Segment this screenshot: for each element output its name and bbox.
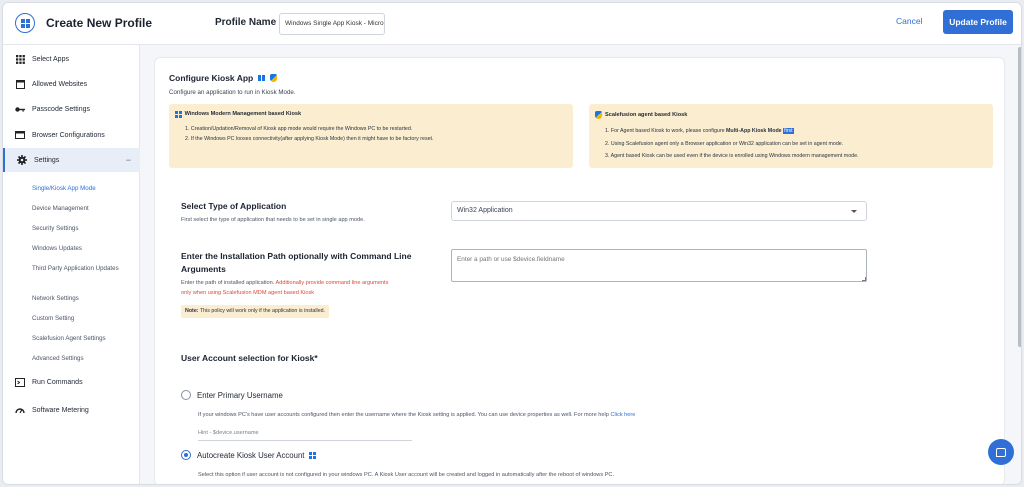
- sidebar-item-run-commands[interactable]: Run Commands: [3, 370, 140, 394]
- update-profile-button[interactable]: Update Profile: [943, 10, 1013, 34]
- note-line: 2. If the Windows PC looses connectivity…: [185, 136, 434, 142]
- sidebar-item-label: Browser Configurations: [32, 131, 105, 139]
- install-path-sub-red: Additionally provide command line argume…: [275, 280, 389, 286]
- install-path-sub-text: Enter the path of installed application.: [181, 280, 275, 286]
- subnav-network-settings[interactable]: Network Settings: [32, 294, 132, 304]
- subnav-windows-updates[interactable]: Windows Updates: [32, 244, 132, 254]
- windows-icon: [175, 111, 182, 118]
- note-line: 2. Using Scalefusion agent only a Browse…: [605, 141, 844, 147]
- section-subtitle: Configure an application to run in Kiosk…: [169, 89, 296, 96]
- note-line: 1. For Agent based Kiosk to work, please…: [605, 128, 794, 134]
- page-title: Create New Profile: [46, 16, 153, 30]
- autocreate-account-radio[interactable]: [181, 450, 191, 460]
- scalefusion-agent-note: Scalefusion agent based Kiosk 1. For Age…: [589, 104, 993, 168]
- app-window: Create New Profile Profile Name Windows …: [2, 2, 1022, 485]
- app-type-dropdown[interactable]: Win32 Application: [451, 201, 867, 221]
- note-title: Windows Modern Management based Kiosk: [175, 111, 301, 118]
- profile-name-label: Profile Name: [215, 17, 277, 28]
- windows-icon: [309, 452, 317, 459]
- sidebar-item-label: Settings: [34, 156, 60, 164]
- chat-icon: [996, 447, 1006, 457]
- primary-username-radio[interactable]: [181, 390, 191, 400]
- sidebar-item-label: Passcode Settings: [32, 105, 90, 113]
- subnav-device-management[interactable]: Device Management: [32, 204, 132, 214]
- scalefusion-shield-icon: [269, 74, 277, 82]
- sidebar-item-browser-configurations[interactable]: Browser Configurations: [3, 123, 140, 147]
- option-label: Autocreate Kiosk User Account: [197, 451, 305, 460]
- sidebar-item-label: Run Commands: [32, 378, 83, 386]
- subnav-scalefusion-agent-settings[interactable]: Scalefusion Agent Settings: [32, 334, 132, 344]
- browser-window-icon: [15, 79, 25, 89]
- app-type-selected: Win32 Application: [457, 207, 513, 214]
- collapse-icon[interactable]: −: [126, 155, 131, 165]
- multi-app-kiosk-link[interactable]: Multi-App Kiosk Mode: [726, 128, 782, 134]
- app-type-title: Select Type of Application: [181, 201, 287, 211]
- vertical-scrollbar[interactable]: [1018, 47, 1021, 347]
- windows-management-note: Windows Modern Management based Kiosk 1.…: [169, 104, 573, 168]
- primary-username-label: Enter Primary Username: [197, 391, 283, 400]
- note-line-text: 1. For Agent based Kiosk to work, please…: [605, 128, 727, 134]
- user-account-title: User Account selection for Kiosk*: [181, 353, 318, 363]
- windows-logo-icon: [15, 13, 35, 33]
- browser-icon: [15, 130, 25, 140]
- gear-icon: [17, 155, 27, 165]
- install-path-input[interactable]: [451, 249, 867, 282]
- chevron-down-icon: [851, 210, 857, 213]
- install-path-title-line1: Enter the Installation Path optionally w…: [181, 251, 412, 261]
- option-desc: If your windows PC's have user accounts …: [198, 412, 609, 418]
- sidebar-item-label: Software Metering: [32, 406, 89, 414]
- policy-note-label: Note:: [185, 308, 199, 314]
- sidebar: Select Apps Allowed Websites Passcode Se…: [3, 45, 140, 484]
- app-type-subtitle: First select the type of application tha…: [181, 217, 365, 223]
- note-line: 1. Creation/Updation/Removal of Kiosk ap…: [185, 126, 413, 132]
- scalefusion-shield-icon: [595, 111, 602, 119]
- note-title-text: Scalefusion agent based Kiosk: [605, 112, 688, 118]
- sidebar-item-select-apps[interactable]: Select Apps: [3, 47, 140, 71]
- policy-note-text: This policy will work only if the applic…: [199, 308, 326, 314]
- windows-icon: [258, 74, 265, 82]
- username-hint-input[interactable]: Hint - $device.username: [198, 427, 412, 441]
- autocreate-account-desc: Select this option if user account is no…: [198, 472, 615, 478]
- subnav-security-settings[interactable]: Security Settings: [32, 224, 132, 234]
- profile-name-input[interactable]: Windows Single App Kiosk - Micro: [279, 13, 385, 35]
- note-title-text: Windows Modern Management based Kiosk: [184, 111, 302, 118]
- primary-username-desc: If your windows PC's have user accounts …: [198, 412, 635, 418]
- install-path-title-line2: Arguments: [181, 264, 226, 274]
- gauge-icon: [15, 405, 25, 415]
- policy-note: Note: This policy will work only if the …: [181, 305, 330, 318]
- sidebar-item-allowed-websites[interactable]: Allowed Websites: [3, 72, 140, 96]
- section-title: Configure Kiosk App: [169, 73, 254, 83]
- subnav-single-kiosk-app-mode[interactable]: Single/Kiosk App Mode: [32, 184, 132, 194]
- subnav-third-party-application-updates[interactable]: Third Party Application Updates: [32, 264, 132, 274]
- top-header: Create New Profile Profile Name Windows …: [3, 3, 1021, 45]
- sidebar-item-software-metering[interactable]: Software Metering: [3, 398, 140, 422]
- install-path-sub-red-2: only when using Scalefusion MDM agent ba…: [181, 290, 315, 296]
- option-label: Enter Primary Username: [197, 391, 283, 400]
- sidebar-item-settings[interactable]: Settings −: [3, 148, 140, 172]
- install-path-subtitle: Enter the path of installed application.…: [181, 280, 388, 286]
- subnav-advanced-settings[interactable]: Advanced Settings: [32, 354, 132, 364]
- click-here-link[interactable]: Click here: [610, 412, 635, 418]
- sidebar-item-label: Allowed Websites: [32, 80, 88, 88]
- resize-handle-icon[interactable]: [862, 277, 866, 281]
- sidebar-item-label: Select Apps: [32, 55, 69, 63]
- cancel-button[interactable]: Cancel: [896, 16, 922, 26]
- terminal-icon: [15, 377, 25, 387]
- note-line: 3. Agent based Kiosk can be used even if…: [605, 153, 859, 159]
- subnav-custom-setting[interactable]: Custom Setting: [32, 314, 132, 324]
- key-icon: [15, 104, 25, 114]
- autocreate-account-label: Autocreate Kiosk User Account: [197, 451, 317, 460]
- kiosk-config-card: Configure Kiosk App Configure an applica…: [154, 57, 1005, 484]
- first-link[interactable]: first: [783, 128, 794, 134]
- grid-icon: [15, 54, 25, 64]
- section-heading: Configure Kiosk App: [169, 73, 277, 83]
- chat-support-button[interactable]: [988, 439, 1014, 465]
- sidebar-item-passcode-settings[interactable]: Passcode Settings: [3, 97, 140, 121]
- note-title: Scalefusion agent based Kiosk: [595, 111, 687, 119]
